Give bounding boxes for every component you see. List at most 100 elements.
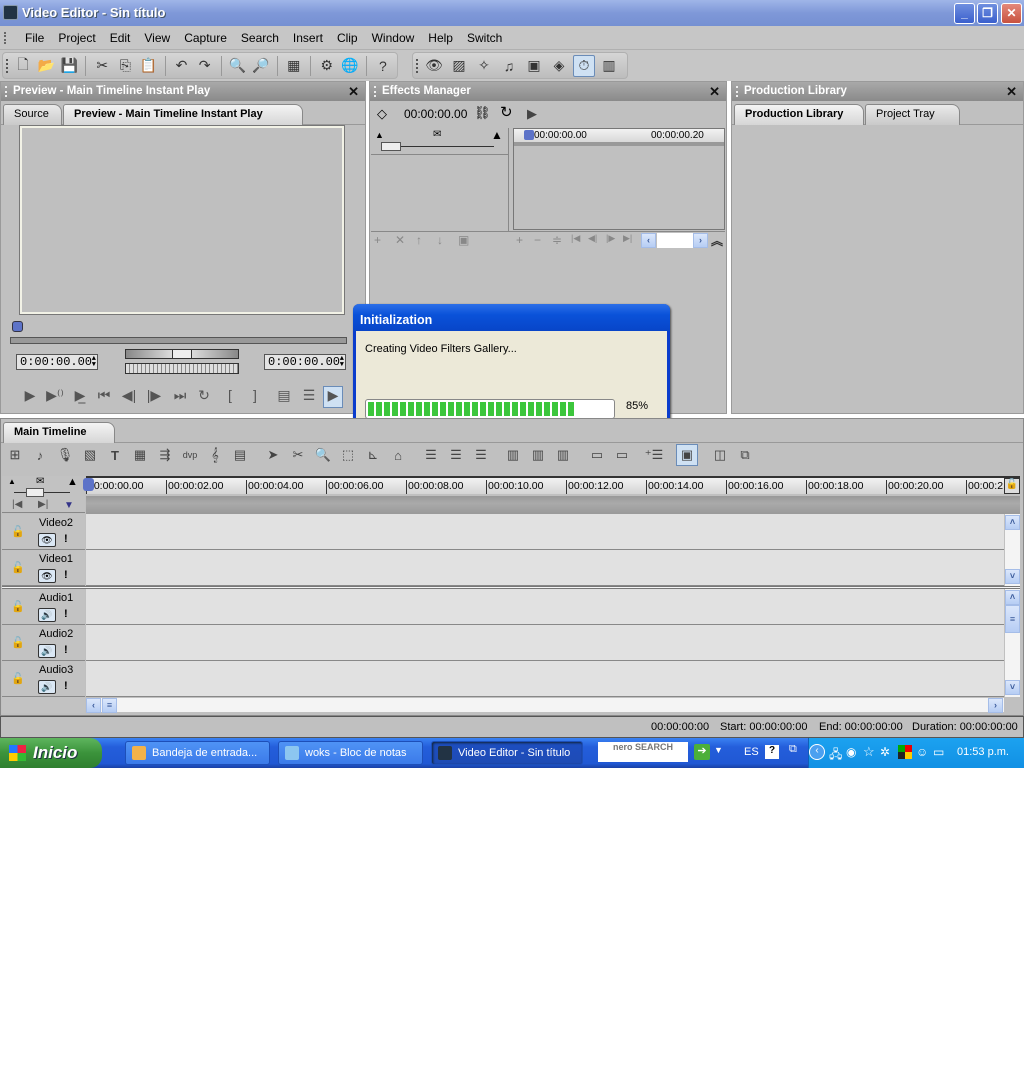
scroll-thumb[interactable]: ≡ xyxy=(1005,605,1020,633)
zoom-tool-icon[interactable]: 🔍 xyxy=(312,444,334,466)
task-notepad[interactable]: woks - Bloc de notas xyxy=(278,741,423,765)
users-icon[interactable]: ✲ xyxy=(880,745,890,759)
close-button[interactable]: ✕ xyxy=(1001,3,1022,24)
insert-audio-icon[interactable]: ♪ xyxy=(29,444,51,466)
next-keyframe-icon[interactable]: |▶ xyxy=(606,233,615,244)
zoom-in-icon[interactable]: 🔍 xyxy=(228,55,248,77)
loop-icon[interactable]: ↻ xyxy=(500,103,513,121)
zoom-large-icon[interactable]: ▲ xyxy=(67,476,78,488)
close-icon[interactable]: ✕ xyxy=(709,84,720,100)
collapse-icon[interactable]: ︽ xyxy=(711,232,723,249)
loop-icon[interactable]: ↻ xyxy=(194,387,214,404)
scroll-right-icon[interactable]: › xyxy=(693,233,708,248)
scroll-up-icon[interactable]: ˄ xyxy=(1005,590,1020,605)
dropdown-icon[interactable]: ▼ xyxy=(714,745,723,755)
insert-color-icon[interactable]: ▦ xyxy=(129,444,151,466)
list-view3-icon[interactable]: ☰ xyxy=(470,444,492,466)
storyboard-icon[interactable]: ▣ xyxy=(676,444,698,466)
lock-icon[interactable]: 🔓 xyxy=(11,636,25,649)
snapshot-icon[interactable]: ⌂ xyxy=(387,444,409,466)
warning-icon[interactable]: ! xyxy=(64,680,68,692)
lock-icon[interactable]: 🔓 xyxy=(11,561,25,574)
timeline-ruler[interactable]: 00:00:00.00 00:00:02.00 00:00:04.00 00:00:0… xyxy=(86,476,1020,494)
shuttle-slider[interactable] xyxy=(125,349,239,359)
star-icon[interactable]: ☆ xyxy=(863,744,875,760)
add-track-icon[interactable]: ⁺☰ xyxy=(643,444,665,466)
help-icon[interactable]: ? xyxy=(373,55,393,77)
go-to-start-icon[interactable]: ⏮ xyxy=(94,387,114,404)
keyframe-icon[interactable]: ◇ xyxy=(377,106,387,122)
insert-transition-icon[interactable]: ⇶ xyxy=(154,444,176,466)
play-to-out-icon[interactable]: ▶̲ xyxy=(70,387,90,404)
play-icon[interactable]: ▶ xyxy=(527,106,537,122)
scroll-thumb[interactable]: ≡ xyxy=(102,698,117,713)
copy-icon[interactable]: ⎘ xyxy=(115,55,135,77)
playhead-handle[interactable] xyxy=(12,321,23,332)
track-lane[interactable] xyxy=(86,514,1004,550)
add-icon[interactable]: + xyxy=(374,233,381,247)
tab-preview[interactable]: Preview - Main Timeline Instant Play xyxy=(63,104,303,125)
menu-capture[interactable]: Capture xyxy=(177,31,234,45)
insert-video-icon[interactable]: ⊞ xyxy=(4,444,26,466)
tab-source[interactable]: Source xyxy=(3,104,62,125)
lock-icon[interactable]: 🔓 xyxy=(11,672,25,685)
instant-play-icon[interactable]: ▶ xyxy=(323,386,343,408)
zoom-small-icon[interactable]: ▲ xyxy=(375,130,384,140)
ruler2-icon[interactable]: ▭ xyxy=(611,444,633,466)
insert-music-icon[interactable]: 𝄞 xyxy=(204,444,226,466)
mark-in-icon[interactable]: [ xyxy=(220,387,240,403)
delete-icon[interactable]: ✕ xyxy=(395,233,405,247)
play-from-in-icon[interactable]: ▶⁽⁾ xyxy=(45,387,65,404)
scroll-right-icon[interactable]: › xyxy=(988,698,1003,713)
tab-project-tray[interactable]: Project Tray xyxy=(865,104,960,125)
eye-view-icon[interactable]: 👁 xyxy=(423,55,445,77)
zoom-slider-thumb[interactable] xyxy=(381,142,401,151)
menu-project[interactable]: Project xyxy=(51,31,102,45)
film-split-icon[interactable]: ▥ xyxy=(552,444,574,466)
scrub-bar[interactable] xyxy=(10,337,347,344)
insert-title-icon[interactable]: T xyxy=(104,444,126,466)
dropdown-icon[interactable]: ▼ xyxy=(64,500,74,511)
save-icon[interactable]: 💾 xyxy=(59,55,79,77)
link-icon[interactable]: ⛓ xyxy=(474,105,491,121)
next-frame-icon[interactable]: |▶ xyxy=(144,387,164,404)
menu-clip[interactable]: Clip xyxy=(330,31,365,45)
language-indicator[interactable]: ES xyxy=(744,746,759,758)
select-tool-icon[interactable]: ➤ xyxy=(262,444,284,466)
restore-icon[interactable]: ⧉ xyxy=(789,743,797,756)
warning-icon[interactable]: ! xyxy=(64,644,68,656)
start-button[interactable]: Inicio xyxy=(0,738,102,768)
range-select-icon[interactable]: ⬚ xyxy=(337,444,359,466)
playhead-handle[interactable] xyxy=(83,478,94,491)
menu-insert[interactable]: Insert xyxy=(286,31,330,45)
zoom-slider-thumb[interactable] xyxy=(26,488,44,497)
warning-icon[interactable]: ! xyxy=(64,533,68,545)
lock-icon[interactable]: 🔓 xyxy=(11,525,25,538)
effects-scrollbar[interactable] xyxy=(657,233,697,248)
undo-icon[interactable]: ↶ xyxy=(171,55,191,77)
show-hidden-icons-button[interactable]: ‹ xyxy=(809,744,825,760)
close-icon[interactable]: ✕ xyxy=(1006,84,1017,100)
redo-icon[interactable]: ↷ xyxy=(195,55,215,77)
restore-button[interactable]: ❐ xyxy=(977,3,998,24)
speaker-icon[interactable]: 🔊 xyxy=(38,680,56,694)
effects-view-icon[interactable]: ▨ xyxy=(448,55,470,77)
audio-view-icon[interactable]: ♫ xyxy=(498,55,520,77)
colors-icon[interactable] xyxy=(898,745,912,759)
go-end-icon[interactable]: ▶| xyxy=(38,499,48,510)
move-up-icon[interactable]: ↑ xyxy=(416,233,422,247)
render-icon[interactable]: ▦ xyxy=(284,55,304,77)
tab-main-timeline[interactable]: Main Timeline xyxy=(3,422,115,443)
scroll-left-icon[interactable]: ‹ xyxy=(86,698,101,713)
play-icon[interactable]: ▶ xyxy=(20,387,40,404)
menu-view[interactable]: View xyxy=(137,31,177,45)
speaker-icon[interactable]: 🔊 xyxy=(38,608,56,622)
first-keyframe-icon[interactable]: |◀ xyxy=(571,233,580,244)
monitor-icon[interactable]: ▭ xyxy=(933,745,944,759)
list-view2-icon[interactable]: ☰ xyxy=(445,444,467,466)
razor-tool-icon[interactable]: ✂ xyxy=(287,444,309,466)
remove-keyframe-icon[interactable]: − xyxy=(534,233,541,247)
menu-window[interactable]: Window xyxy=(365,31,422,45)
network-icon[interactable]: 🖧 xyxy=(829,745,842,766)
track-lane[interactable] xyxy=(86,625,1004,661)
